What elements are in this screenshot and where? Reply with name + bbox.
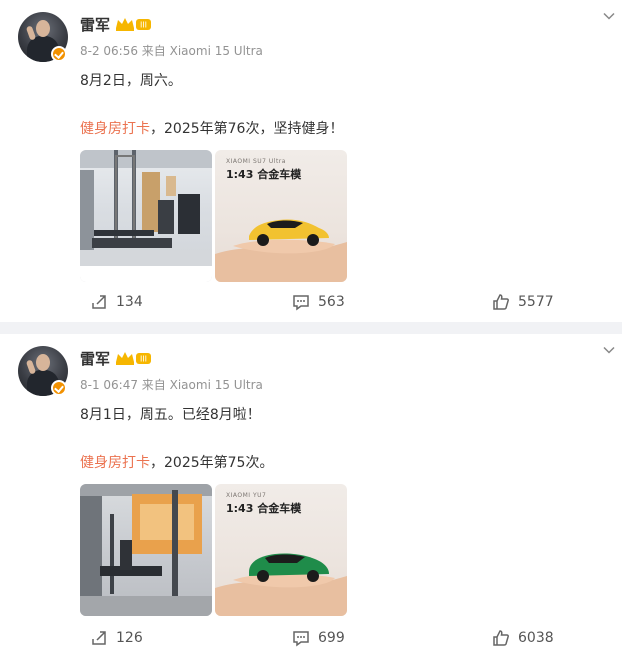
post-image-gym[interactable]: [80, 150, 212, 282]
like-button[interactable]: 5577: [492, 292, 554, 312]
repost-button[interactable]: 134: [90, 292, 143, 312]
repost-count: 126: [116, 630, 143, 646]
post-meta: 8-2 06:56 来自 Xiaomi 15 Ultra: [80, 44, 263, 58]
repost-icon: [92, 295, 106, 309]
post-text-line: 健身房打卡，2025年第76次，坚持健身！: [80, 121, 344, 137]
topic-link[interactable]: 健身房打卡: [80, 455, 150, 471]
comment-count: 699: [318, 630, 345, 646]
comment-icon: [293, 295, 309, 311]
like-count: 5577: [518, 294, 554, 310]
comment-icon: [293, 631, 309, 647]
crown-member-icon: III: [116, 18, 151, 31]
post-text-line: 健身房打卡，2025年第75次。: [80, 455, 274, 471]
weibo-post: 雷军 III 8-1 06:47 来自 Xiaomi 15 Ultra 8月1日…: [0, 334, 622, 653]
topic-link[interactable]: 健身房打卡: [80, 121, 150, 137]
thumbs-up-icon: [493, 630, 509, 646]
post-image-car-model[interactable]: XIAOMI YU7 1:43 合金车模: [215, 484, 347, 616]
post-image-car-model[interactable]: XIAOMI SU7 Ultra 1:43 合金车模: [215, 150, 347, 282]
like-button[interactable]: 6038: [492, 628, 554, 648]
verified-badge-icon: [51, 380, 67, 396]
crown-member-icon: III: [116, 352, 151, 365]
post-actions: 126 699 6038: [0, 628, 622, 648]
author-name[interactable]: 雷军: [80, 14, 110, 35]
like-count: 6038: [518, 630, 554, 646]
verified-badge-icon: [51, 46, 67, 62]
repost-count: 134: [116, 294, 143, 310]
comment-button[interactable]: 699: [292, 628, 345, 648]
weibo-post: 雷军 III 8-2 06:56 来自 Xiaomi 15 Ultra 8月2日…: [0, 0, 622, 322]
post-text-line: 8月1日，周五。已经8月啦！: [80, 407, 261, 423]
author-name[interactable]: 雷军: [80, 348, 110, 369]
comment-button[interactable]: 563: [292, 292, 345, 312]
post-text-line: 8月2日，周六。: [80, 73, 182, 89]
svg-text:III: III: [140, 355, 147, 364]
post-image-gym[interactable]: [80, 484, 212, 616]
comment-count: 563: [318, 294, 345, 310]
feed-divider: [0, 322, 622, 334]
post-meta: 8-1 06:47 来自 Xiaomi 15 Ultra: [80, 378, 263, 392]
repost-icon: [92, 631, 106, 645]
chevron-down-icon[interactable]: [603, 10, 615, 22]
svg-text:III: III: [140, 21, 147, 30]
thumbs-up-icon: [493, 294, 509, 310]
post-actions: 134 563 5577: [0, 292, 622, 312]
repost-button[interactable]: 126: [90, 628, 143, 648]
chevron-down-icon[interactable]: [603, 344, 615, 356]
